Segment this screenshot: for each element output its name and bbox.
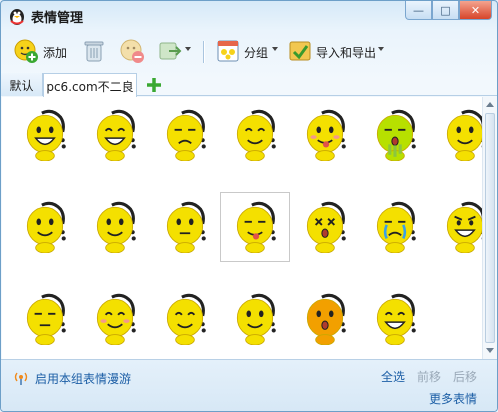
enable-roam-link[interactable]: 启用本组表情漫游 <box>35 370 131 387</box>
grin-hand-face-icon <box>26 109 66 161</box>
import-export-button[interactable]: 导入和导出 <box>316 44 376 61</box>
emotion-cell[interactable] <box>360 284 430 354</box>
delete-bin-icon[interactable] <box>81 38 107 64</box>
point-face-icon <box>236 293 276 345</box>
smirk-face-icon <box>236 109 276 161</box>
qq-penguin-icon <box>10 9 24 25</box>
smile-face-icon <box>26 201 66 253</box>
tab-default[interactable]: 默认 <box>1 73 43 96</box>
select-all-link[interactable]: 全选 <box>381 368 405 385</box>
emotion-cell[interactable] <box>80 100 150 170</box>
emotion-cell[interactable] <box>360 192 430 262</box>
minimize-button[interactable]: — <box>405 1 432 20</box>
roam-signal-icon <box>14 372 28 385</box>
scroll-down-icon[interactable] <box>483 344 497 358</box>
toolbar: 添加 分组 导入和导出 <box>1 31 497 69</box>
emotion-cell[interactable] <box>80 192 150 262</box>
emotion-cell[interactable] <box>290 192 360 262</box>
emotion-cell[interactable] <box>290 100 360 170</box>
title-bar: 表情管理 — □ ✕ <box>1 1 497 31</box>
move-to-caret-icon[interactable] <box>185 47 191 51</box>
sleepy-face-icon <box>26 293 66 345</box>
laugh-face-icon <box>96 109 136 161</box>
emotion-cell[interactable] <box>150 100 220 170</box>
think-face-icon <box>166 201 206 253</box>
scroll-up-icon[interactable] <box>483 97 497 111</box>
add-emotion-icon[interactable] <box>13 38 39 64</box>
emotion-grid <box>2 97 486 359</box>
scared-face-icon <box>306 293 346 345</box>
close-button[interactable]: ✕ <box>459 1 492 20</box>
maximize-button[interactable]: □ <box>432 1 459 20</box>
more-emotions-link[interactable]: 更多表情 <box>429 390 477 407</box>
emotion-cell[interactable] <box>220 284 290 354</box>
shy-face-icon <box>96 293 136 345</box>
hug-face-icon <box>166 293 206 345</box>
tab-pc6[interactable]: pc6.com不二良 <box>43 73 137 97</box>
emotion-manager-window: 表情管理 — □ ✕ 添加 分组 导入和导出 默认 pc6.com不二良 启用本… <box>0 0 498 412</box>
emotion-cell[interactable] <box>150 284 220 354</box>
tongue-face-icon <box>236 201 276 253</box>
group-caret-icon[interactable] <box>272 47 278 51</box>
window-title: 表情管理 <box>31 11 84 26</box>
happy-face-icon <box>306 109 346 161</box>
group-tab-bar: 默认 pc6.com不二良 <box>1 73 497 97</box>
move-to-icon[interactable] <box>157 38 183 64</box>
toolbar-separator <box>203 41 204 63</box>
cry-face-icon <box>376 201 416 253</box>
vertical-scrollbar[interactable] <box>482 97 497 359</box>
emotion-cell[interactable] <box>150 192 220 262</box>
smile-face-icon <box>96 201 136 253</box>
add-group-icon[interactable] <box>145 76 163 94</box>
group-button[interactable]: 分组 <box>244 44 268 61</box>
add-button[interactable]: 添加 <box>43 44 67 61</box>
move-back-link[interactable]: 后移 <box>453 368 477 385</box>
emotion-cell[interactable] <box>10 284 80 354</box>
scroll-thumb[interactable] <box>485 113 495 343</box>
emotion-cell[interactable] <box>10 100 80 170</box>
move-forward-link[interactable]: 前移 <box>417 368 441 385</box>
grin-teeth-face-icon <box>376 293 416 345</box>
remove-emotion-icon[interactable] <box>119 38 145 64</box>
emotion-cell[interactable] <box>220 192 290 262</box>
dizzy-face-icon <box>306 201 346 253</box>
emotion-cell[interactable] <box>290 284 360 354</box>
footer-bar: 启用本组表情漫游 全选 前移 后移 更多表情 <box>1 359 497 411</box>
import-export-icon[interactable] <box>287 38 313 64</box>
sick-face-icon <box>376 109 416 161</box>
emotion-cell[interactable] <box>10 192 80 262</box>
emotion-cell[interactable] <box>80 284 150 354</box>
group-icon[interactable] <box>215 38 241 64</box>
frown-face-icon <box>166 109 206 161</box>
import-export-caret-icon[interactable] <box>378 47 384 51</box>
emotion-cell[interactable] <box>360 100 430 170</box>
emotion-cell[interactable] <box>220 100 290 170</box>
